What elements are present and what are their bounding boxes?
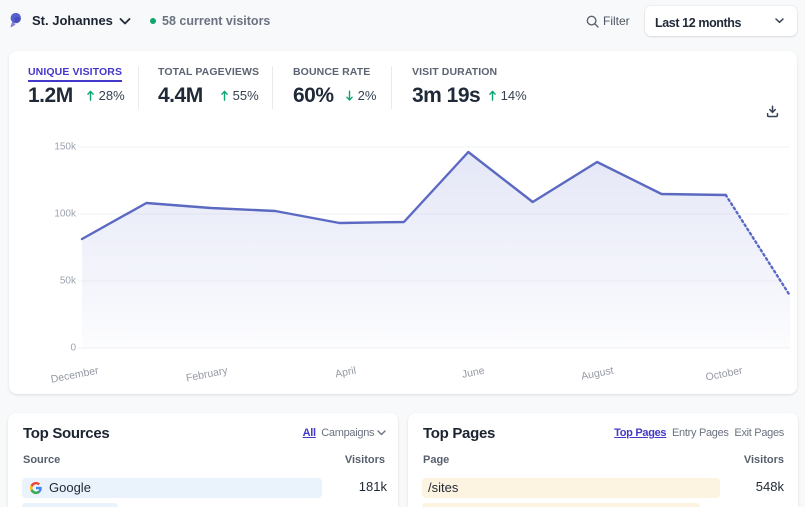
svg-text:0: 0: [70, 343, 76, 354]
svg-text:April: April: [334, 365, 357, 381]
svg-text:December: December: [50, 365, 100, 386]
svg-text:October: October: [705, 365, 744, 384]
svg-text:100k: 100k: [54, 209, 77, 220]
svg-text:February: February: [185, 365, 229, 385]
svg-text:150k: 150k: [54, 142, 77, 153]
svg-text:August: August: [580, 365, 614, 383]
svg-text:June: June: [461, 365, 486, 381]
svg-text:50k: 50k: [60, 276, 77, 287]
